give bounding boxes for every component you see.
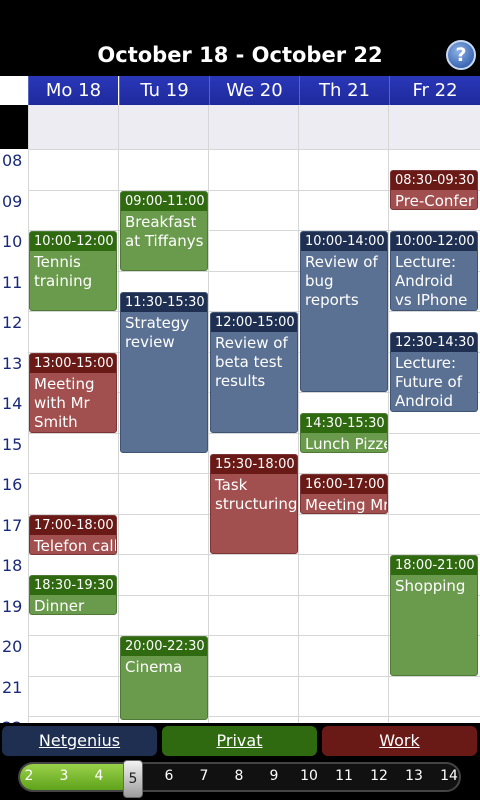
event-review-of-bug-reports[interactable]: 10:00-14:00 Review of bug reports (300, 231, 388, 392)
days-slider-option[interactable]: 4 (87, 768, 111, 784)
event-title: Breakfast at Tiffanys (125, 213, 204, 250)
hour-label: 12 (2, 313, 23, 332)
week-header: October 18 - October 22 (0, 34, 480, 76)
days-slider-option[interactable]: 11 (332, 768, 356, 784)
event-title: Review of beta test results (215, 334, 288, 390)
hour-label: 19 (2, 597, 23, 616)
event-tennis-training[interactable]: 10:00-12:00 Tennis training (29, 231, 117, 311)
event-lecture-future-of-android[interactable]: 12:30-14:30 Lecture: Future of Android (390, 332, 478, 412)
event-time: 18:30-19:30 (30, 576, 116, 595)
event-time: 11:30-15:30 (121, 293, 207, 312)
day-divider (208, 105, 209, 723)
event-time: 13:00-15:00 (30, 354, 116, 373)
days-slider-option[interactable]: 9 (262, 768, 286, 784)
event-time: 20:00-22:30 (121, 637, 207, 656)
event-time: 09:00-11:00 (121, 192, 207, 211)
hour-label: 08 (2, 151, 23, 170)
event-title: Tennis training (34, 253, 93, 290)
event-title: Review of bug reports (305, 253, 378, 309)
hour-label: 11 (2, 273, 23, 292)
event-time: 10:00-12:00 (30, 232, 116, 251)
event-time: 12:00-15:00 (211, 313, 297, 332)
days-slider-option[interactable]: 12 (367, 768, 391, 784)
days-slider-option[interactable]: 13 (402, 768, 426, 784)
event-title: Dinner (34, 597, 85, 615)
days-slider-option[interactable]: 14 (437, 768, 461, 784)
days-slider-option[interactable]: 3 (52, 768, 76, 784)
event-time: 12:30-14:30 (391, 333, 477, 352)
day-header-we-20[interactable]: We 20 (209, 76, 299, 105)
event-title: Shopping (395, 577, 466, 595)
days-slider-option[interactable]: 8 (227, 768, 251, 784)
event-review-of-beta-test-results[interactable]: 12:00-15:00 Review of beta test results (210, 312, 298, 433)
hour-label: 13 (2, 354, 23, 373)
week-title: October 18 - October 22 (97, 43, 383, 67)
day-header-mo-18[interactable]: Mo 18 (28, 76, 118, 105)
hour-label: 10 (2, 232, 23, 251)
days-slider-option[interactable]: 2 (17, 768, 41, 784)
legend-work-button[interactable]: Work (322, 726, 477, 756)
day-divider (298, 105, 299, 723)
hour-line (28, 676, 480, 677)
event-lecture-android-vs-iphone[interactable]: 10:00-12:00 Lecture: Android vs IPhone (390, 231, 478, 311)
event-strategy-review[interactable]: 11:30-15:30 Strategy review (120, 292, 208, 453)
hour-label: 15 (2, 435, 23, 454)
event-pre-confer[interactable]: 08:30-09:30 Pre-Confer (390, 170, 478, 210)
days-slider-option[interactable]: 7 (192, 768, 216, 784)
hour-label: 14 (2, 394, 23, 413)
event-title: Meeting Mr (305, 496, 388, 514)
event-lunch-pizze[interactable]: 14:30-15:30 Lunch Pizze (300, 413, 388, 453)
event-title: Lecture: Android vs IPhone (395, 253, 468, 309)
event-time: 18:00-21:00 (391, 556, 477, 575)
event-title: Cinema (125, 658, 183, 676)
event-time: 10:00-12:00 (391, 232, 477, 251)
hour-line (28, 149, 480, 150)
hour-line (28, 433, 480, 434)
all-day-area[interactable] (28, 105, 480, 149)
days-slider-option[interactable]: 6 (157, 768, 181, 784)
event-meeting-mr[interactable]: 16:00-17:00 Meeting Mr (300, 474, 388, 514)
help-icon[interactable]: ? (446, 40, 476, 70)
event-title: Telefon call (34, 537, 117, 555)
event-title: Task structuring (215, 476, 298, 513)
day-header-th-21[interactable]: Th 21 (299, 76, 389, 105)
days-slider-handle[interactable]: 5 (123, 760, 143, 798)
hour-label: 20 (2, 637, 23, 656)
event-dinner[interactable]: 18:30-19:30 Dinner (29, 575, 117, 615)
hour-label: 09 (2, 192, 23, 211)
event-title: Meeting with Mr Smith (34, 375, 95, 431)
event-time: 15:30-18:00 (211, 455, 297, 474)
event-title: Lunch Pizze (305, 435, 388, 453)
event-shopping[interactable]: 18:00-21:00 Shopping (390, 555, 478, 676)
event-title: Strategy review (125, 314, 190, 351)
event-title: Lecture: Future of Android (395, 354, 462, 410)
status-bar (0, 0, 480, 34)
day-divider (388, 105, 389, 723)
event-time: 17:00-18:00 (30, 516, 116, 535)
event-breakfast-at-tiffanys[interactable]: 09:00-11:00 Breakfast at Tiffanys (120, 191, 208, 271)
hour-label: 18 (2, 556, 23, 575)
event-title: Pre-Confer (395, 192, 475, 210)
hour-line (28, 716, 480, 717)
event-task-structuring[interactable]: 15:30-18:00 Task structuring (210, 454, 298, 554)
day-header-fr-22[interactable]: Fr 22 (389, 76, 480, 105)
day-header-tu-19[interactable]: Tu 19 (119, 76, 209, 105)
event-time: 16:00-17:00 (301, 475, 387, 494)
hour-label: 17 (2, 516, 23, 535)
event-cinema[interactable]: 20:00-22:30 Cinema (120, 636, 208, 720)
legend-netgenius-button[interactable]: Netgenius (2, 726, 157, 756)
event-time: 10:00-14:00 (301, 232, 387, 251)
event-telefon-call[interactable]: 17:00-18:00 Telefon call (29, 515, 117, 555)
legend-privat-button[interactable]: Privat (162, 726, 317, 756)
event-time: 08:30-09:30 (391, 171, 477, 190)
event-time: 14:30-15:30 (301, 414, 387, 433)
event-meeting-with-mr-smith[interactable]: 13:00-15:00 Meeting with Mr Smith (29, 353, 117, 433)
hour-label: 21 (2, 678, 23, 697)
days-slider-option[interactable]: 10 (297, 768, 321, 784)
day-divider (118, 105, 119, 723)
hour-label: 16 (2, 475, 23, 494)
